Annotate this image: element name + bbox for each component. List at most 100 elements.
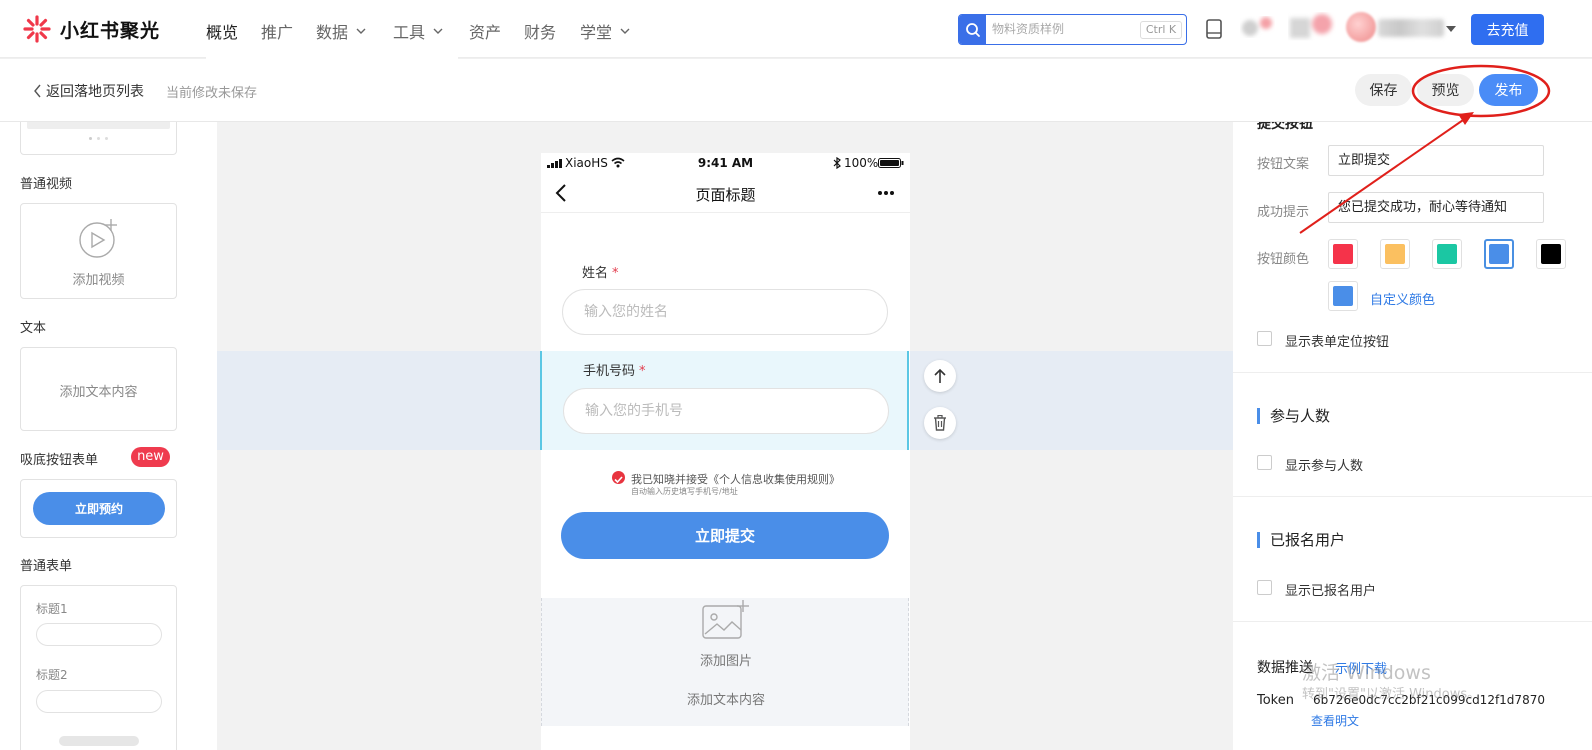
nav-tools[interactable]: 工具 [393,19,443,43]
new-badge: new [131,447,170,467]
divider [1233,621,1592,622]
phone-page-header: 页面标题 [541,173,910,213]
swatch-fill [1385,244,1405,264]
swatch-fill [1541,244,1561,264]
show-participants-checkbox[interactable] [1257,455,1272,470]
nav-academy[interactable]: 学堂 [580,19,630,43]
swatch-fill [1437,244,1457,264]
button-text-input[interactable]: 立即提交 [1328,145,1544,176]
more-icon [878,191,894,195]
submit-button-preview[interactable]: 立即提交 [561,512,889,559]
nav-finance[interactable]: 财务 [524,19,556,43]
color-swatch-black[interactable] [1536,239,1566,269]
custom-color-link[interactable]: 自定义颜色 [1370,289,1435,308]
swatch-fill [1489,244,1509,264]
button-text-label: 按钮文案 [1257,157,1310,172]
add-video-label: 添加视频 [72,273,125,288]
battery-percent: 100% [844,156,879,170]
blurred-icon[interactable] [1288,12,1336,42]
divider [1233,372,1592,373]
chevron-down-icon [433,28,443,34]
nav-label: 资产 [469,23,502,42]
selected-phone-field-block[interactable]: 手机号码 * [540,351,909,450]
search-shortcut-hint: Ctrl K [1140,21,1182,39]
phone-field-label: 手机号码 * [583,360,646,379]
registered-section-title: 已报名用户 [1257,532,1345,548]
success-tip-input[interactable]: 您已提交成功，耐心等待通知 [1328,192,1544,223]
image-text-block[interactable]: 添加图片 添加文本内容 [541,598,909,726]
color-swatch-teal[interactable] [1432,239,1462,269]
brand-logo[interactable]: 小红书聚光 [22,15,160,43]
search-box[interactable]: Ctrl K [958,14,1187,45]
color-swatch-red[interactable] [1328,239,1358,269]
search-icon [965,22,980,37]
add-video-card[interactable]: 添加视频 [20,203,177,299]
top-nav: 小红书聚光 概览 推广 数据 工具 资产 财务 学堂 物料资质样例 Ctrl K… [0,0,1592,59]
custom-color-swatch[interactable] [1328,281,1358,311]
phone-status-bar: XiaoHS 9:41 AM 100% [541,153,910,173]
form-button-preview [59,736,139,746]
sticky-form-card[interactable]: 立即预约 [20,479,177,538]
move-up-button[interactable] [924,360,956,392]
video-section-title: 普通视频 [20,177,73,192]
color-swatch-blue[interactable] [1484,239,1514,269]
locate-button-checkbox[interactable] [1257,331,1272,346]
name-field-label: 姓名 * [582,262,619,281]
form-field-label: 标题1 [36,602,68,616]
component-panel: 普通视频 添加视频 文本 添加文本内容 吸底按钮表单 new 立即预约 普通表单… [0,122,217,750]
account-name-redacted[interactable] [1378,19,1444,37]
normal-form-title: 普通表单 [20,559,73,574]
back-label: 返回落地页列表 [46,84,144,100]
name-input[interactable] [562,289,888,335]
phone-input[interactable] [563,388,889,434]
token-label: Token [1257,693,1294,708]
participants-section-title: 参与人数 [1257,408,1330,424]
nav-label: 工具 [393,23,426,42]
settings-panel: 提交按钮 按钮文案 立即提交 成功提示 您已提交成功，耐心等待通知 按钮颜色 自… [1233,122,1592,750]
chevron-left-icon [34,84,41,98]
preview-button[interactable]: 预览 [1417,74,1474,106]
component-card-partial[interactable] [20,122,177,155]
normal-form-card[interactable]: 标题1 标题2 [20,585,177,750]
nav-assets[interactable]: 资产 [469,19,501,43]
field-label-text: 手机号码 [583,364,636,379]
locate-button-label: 显示表单定位按钮 [1285,335,1390,350]
save-status: 当前修改未保存 [166,86,258,101]
save-button[interactable]: 保存 [1355,74,1412,106]
button-color-label: 按钮颜色 [1257,252,1310,267]
success-tip-label: 成功提示 [1257,205,1310,220]
search-input[interactable] [992,19,1132,39]
show-registered-checkbox[interactable] [1257,580,1272,595]
tablet-icon[interactable] [1205,19,1223,39]
recharge-button[interactable]: 去充值 [1471,14,1544,45]
nav-promotion[interactable]: 推广 [261,19,293,43]
brand-name: 小红书聚光 [60,19,161,42]
checkmark-icon[interactable] [612,471,625,484]
add-text-label: 添加文本内容 [686,693,765,708]
arrow-up-icon [934,368,946,383]
form-field-input-preview [36,623,162,646]
form-field-label: 标题2 [36,668,68,682]
caret-down-icon[interactable] [1446,26,1456,32]
book-now-button-preview: 立即预约 [33,492,165,525]
consent-row[interactable]: 我已知晓并接受《个人信息收集使用规则》 自动输入历史填写手机号/地址 [612,471,852,501]
publish-button[interactable]: 发布 [1479,74,1538,106]
nav-overview[interactable]: 概览 [206,19,238,43]
field-label-text: 姓名 [582,266,609,281]
avatar[interactable] [1346,12,1376,42]
add-text-card[interactable]: 添加文本内容 [20,347,177,431]
consent-subtext: 自动输入历史填写手机号/地址 [631,487,738,496]
consent-text: 我已知晓并接受《个人信息收集使用规则》 [631,473,840,486]
swatch-fill [1333,244,1353,264]
delete-block-button[interactable] [924,407,956,439]
search-button[interactable] [959,15,986,44]
blurred-icon[interactable] [1240,16,1280,40]
app-root: 小红书聚光 概览 推广 数据 工具 资产 财务 学堂 物料资质样例 Ctrl K… [0,0,1592,750]
color-swatch-yellow[interactable] [1380,239,1410,269]
back-to-list-link[interactable]: 返回落地页列表 [33,81,144,101]
show-registered-label: 显示已报名用户 [1285,584,1377,599]
nav-data[interactable]: 数据 [316,19,366,43]
chevron-down-icon [356,28,366,34]
view-plaintext-link[interactable]: 查看明文 [1311,712,1359,729]
required-mark: * [639,364,646,379]
